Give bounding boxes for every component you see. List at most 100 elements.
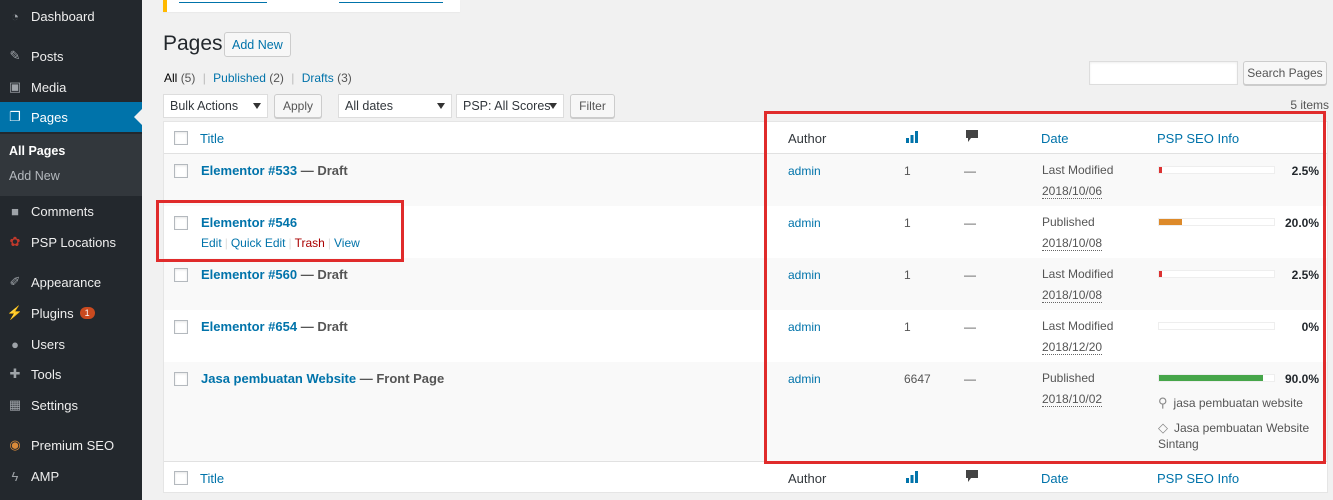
trash-link[interactable]: Trash [295, 236, 325, 250]
table-footer: Title Author Date PSP SEO Info [164, 461, 1327, 493]
filter-drafts[interactable]: Drafts [302, 71, 334, 85]
wrench-icon: ✚ [9, 366, 21, 381]
stats-icon[interactable] [906, 131, 918, 146]
submenu-add-new[interactable]: Add New [9, 169, 60, 183]
bolt-icon: ϟ [11, 468, 19, 484]
sidebar-item-amp[interactable]: ϟ AMP [0, 461, 142, 491]
dates-select[interactable]: All dates [338, 94, 452, 118]
chevron-down-icon [437, 103, 445, 109]
column-psp-seo-info[interactable]: PSP SEO Info [1157, 131, 1239, 146]
page-title-link[interactable]: Elementor #533 — Draft [201, 163, 348, 178]
views-count: 1 [904, 268, 911, 282]
add-new-page-button[interactable]: Add New [224, 32, 291, 57]
filter-button[interactable]: Filter [570, 94, 615, 118]
bulk-actions-select[interactable]: Bulk Actions [163, 94, 268, 118]
author-link[interactable]: admin [788, 320, 821, 334]
settings-icon: ▦ [8, 397, 22, 412]
apply-button[interactable]: Apply [274, 94, 322, 118]
select-all-checkbox[interactable] [174, 471, 188, 485]
status-filters: All (5) | Published (2) | Drafts (3) [164, 71, 352, 85]
author-link[interactable]: admin [788, 164, 821, 178]
comments-count: — [964, 320, 976, 334]
filter-separator: | [202, 71, 206, 85]
seo-score-bar [1158, 166, 1275, 174]
seo-score-bar [1158, 218, 1275, 226]
sidebar-item-appearance[interactable]: ✐ Appearance [0, 267, 142, 297]
seo-score-percent: 2.5% [1291, 164, 1319, 178]
search-pages-button[interactable]: Search Pages [1243, 61, 1327, 85]
sidebar-item-psp-locations[interactable]: ✿ PSP Locations [0, 227, 142, 257]
comments-icon[interactable] [966, 130, 978, 146]
psp-scores-select[interactable]: PSP: All Scores [456, 94, 564, 118]
row-checkbox[interactable] [174, 372, 188, 386]
comments-count: — [964, 372, 976, 386]
row-checkbox[interactable] [174, 216, 188, 230]
edit-link[interactable]: Edit [201, 236, 222, 250]
page-title-link[interactable]: Elementor #560 — Draft [201, 267, 348, 282]
page-title-link[interactable]: Elementor #546 [201, 215, 297, 230]
sidebar-item-users[interactable]: ● Users [0, 329, 142, 359]
filter-published[interactable]: Published [213, 71, 266, 85]
media-icon: ▣ [8, 79, 22, 94]
sidebar-item-dashboard[interactable]: ◔ Dashboard [0, 1, 142, 31]
filter-all[interactable]: All [164, 71, 177, 85]
row-checkbox[interactable] [174, 268, 188, 282]
search-pages-input[interactable] [1089, 61, 1238, 85]
views-count: 1 [904, 320, 911, 334]
column-author: Author [788, 131, 827, 146]
column-title[interactable]: Title [200, 131, 224, 146]
comments-count: — [964, 164, 976, 178]
filter-all-count: (5) [180, 71, 196, 85]
table-row: Elementor #654 — Draft admin 1 — Last Mo… [164, 310, 1327, 362]
notice-link-2[interactable] [339, 2, 443, 3]
date-cell: Published 2018/10/02 [1042, 371, 1103, 407]
tag-icon: ◇ [1158, 420, 1168, 435]
plugins-update-badge: 1 [79, 307, 95, 319]
pages-submenu: All Pages Add New [0, 134, 142, 196]
author-link[interactable]: admin [788, 268, 821, 282]
sidebar-item-media[interactable]: ▣ Media [0, 72, 142, 102]
seo-score-fill [1159, 167, 1162, 173]
row-checkbox[interactable] [174, 164, 188, 178]
items-count: 5 items [1290, 98, 1329, 112]
table-row: Elementor #560 — Draft admin 1 — Last Mo… [164, 258, 1327, 310]
author-link[interactable]: admin [788, 372, 821, 386]
author-link[interactable]: admin [788, 216, 821, 230]
table-row: Elementor #533 — Draft admin 1 — Last Mo… [164, 154, 1327, 206]
sidebar-item-plugins[interactable]: ⚡ Plugins 1 [0, 298, 142, 328]
submenu-all-pages[interactable]: All Pages [9, 144, 65, 158]
pin-icon: ✎ [9, 48, 21, 63]
seo-icon: ◉ [9, 437, 21, 452]
column-psp-seo-info[interactable]: PSP SEO Info [1157, 471, 1239, 486]
view-link[interactable]: View [334, 236, 360, 250]
notice-link-1[interactable] [179, 2, 267, 3]
quick-edit-link[interactable]: Quick Edit [231, 236, 286, 250]
select-all-checkbox[interactable] [174, 131, 188, 145]
sidebar-item-settings[interactable]: ▦ Settings [0, 390, 142, 420]
seo-score-percent: 2.5% [1291, 268, 1319, 282]
seo-score-fill [1159, 219, 1182, 225]
sidebar-item-pages[interactable]: ❐ Pages [0, 102, 142, 132]
column-date[interactable]: Date [1041, 131, 1068, 146]
column-author: Author [788, 471, 827, 486]
page-title-link[interactable]: Jasa pembuatan Website — Front Page [201, 371, 444, 386]
page-title-link[interactable]: Elementor #654 — Draft [201, 319, 348, 334]
brush-icon: ✐ [9, 274, 21, 289]
comments-count: — [964, 216, 976, 230]
seo-score-fill [1159, 271, 1162, 277]
stats-icon[interactable] [906, 471, 918, 486]
column-date[interactable]: Date [1041, 471, 1068, 486]
row-actions: Edit | Quick Edit | Trash | View [201, 236, 360, 250]
sidebar-item-posts[interactable]: ✎ Posts [0, 41, 142, 71]
sidebar-item-premium-seo[interactable]: ◉ Premium SEO [0, 430, 142, 460]
seo-tags: ◇ Jasa pembuatan Website Sintang [1158, 420, 1310, 451]
comments-icon[interactable] [966, 470, 978, 486]
seo-score-bar [1158, 374, 1275, 382]
sidebar-item-tools[interactable]: ✚ Tools [0, 359, 142, 389]
column-title[interactable]: Title [200, 471, 224, 486]
views-count: 1 [904, 216, 911, 230]
views-count: 6647 [904, 372, 931, 386]
sidebar-item-comments[interactable]: ■ Comments [0, 196, 142, 226]
table-row: Elementor #546 Edit | Quick Edit | Trash | Vie… [164, 206, 1327, 258]
row-checkbox[interactable] [174, 320, 188, 334]
